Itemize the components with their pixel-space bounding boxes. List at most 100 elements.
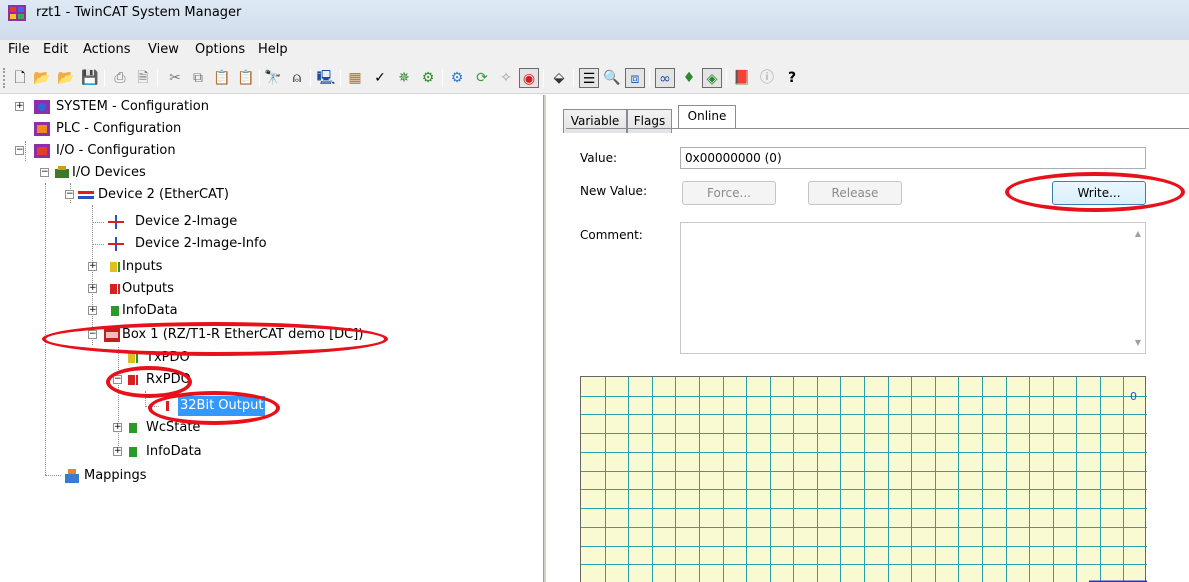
io-config-icon: [34, 144, 50, 158]
toolbar-separator: [340, 69, 341, 87]
twincat-app-icon: [8, 5, 26, 21]
highlight-oval-write-button: [1005, 172, 1185, 212]
scan-icon[interactable]: ✧: [496, 68, 516, 88]
show-target-icon[interactable]: ◈: [702, 68, 722, 88]
value-field: 0x00000000 (0): [680, 147, 1146, 169]
menu-help[interactable]: Help: [258, 42, 288, 57]
menu-file[interactable]: File: [8, 42, 30, 57]
tree-item-box-infodata[interactable]: + InfoData: [0, 442, 300, 462]
tree-item-io-configuration[interactable]: − I/O - Configuration: [0, 141, 300, 161]
activate-configuration-icon[interactable]: ✵: [394, 68, 414, 88]
restart-twincat-icon[interactable]: ⚙: [418, 68, 438, 88]
tab-flags[interactable]: Flags: [627, 109, 672, 133]
show-sub-items-icon[interactable]: ⧈: [625, 68, 645, 88]
info-icon[interactable]: ⓘ: [757, 68, 777, 88]
help-icon[interactable]: ?: [782, 68, 802, 88]
scroll-up-arrow-icon[interactable]: ▲: [1135, 229, 1141, 238]
tab-online[interactable]: Online: [678, 105, 736, 129]
tree-item-device-2-image[interactable]: Device 2-Image: [0, 212, 300, 232]
tree-item-plc-configuration[interactable]: PLC - Configuration: [0, 119, 300, 139]
paste-with-links-icon[interactable]: 📋: [236, 68, 256, 88]
comment-label: Comment:: [580, 228, 643, 242]
toolbar-separator: [104, 69, 105, 87]
tree-item-io-devices[interactable]: − I/O Devices: [0, 163, 300, 183]
properties-panel: Variable Flags Online Value: 0x00000000 …: [546, 95, 1189, 582]
tree-item-outputs[interactable]: + Outputs: [0, 279, 300, 299]
collapse-icon[interactable]: −: [65, 190, 74, 199]
tab-panel-border: [566, 128, 1189, 129]
menu-actions[interactable]: Actions: [83, 42, 131, 57]
chart-value-label: 0: [1130, 390, 1137, 403]
cut-icon[interactable]: ✂: [165, 68, 185, 88]
collapse-icon[interactable]: −: [15, 146, 24, 155]
toggle-free-run-icon[interactable]: ◉: [519, 68, 539, 88]
find-icon[interactable]: 🔭: [263, 68, 283, 88]
print-icon[interactable]: ⎙: [110, 68, 130, 88]
expand-icon[interactable]: +: [113, 423, 122, 432]
comment-field[interactable]: ▲ ▼: [680, 222, 1146, 354]
tree-item-mappings[interactable]: Mappings: [0, 466, 300, 486]
value-label: Value:: [580, 151, 617, 165]
infodata-icon: [129, 447, 137, 457]
watch-icon[interactable]: ∞: [655, 68, 675, 88]
copy-icon[interactable]: ⧉: [188, 68, 208, 88]
collapse-icon[interactable]: −: [40, 168, 49, 177]
print-preview-icon[interactable]: 🗎: [133, 68, 153, 88]
toolbar-separator: [157, 69, 158, 87]
expand-icon[interactable]: +: [88, 262, 97, 271]
toolbar-separator: [310, 69, 311, 87]
io-devices-icon: [55, 166, 69, 178]
new-icon[interactable]: 🗋: [10, 68, 30, 88]
scroll-down-arrow-icon[interactable]: ▼: [1135, 338, 1141, 347]
force-button[interactable]: Force...: [682, 181, 776, 205]
auto-link-icon[interactable]: ♦: [679, 68, 699, 88]
show-online-data-icon[interactable]: ⬙: [549, 68, 569, 88]
tree-item-device-2-image-info[interactable]: Device 2-Image-Info: [0, 234, 300, 254]
find-next-icon[interactable]: ⍝: [287, 68, 307, 88]
toolbar-separator: [442, 69, 443, 87]
help-book-icon[interactable]: 📕: [732, 68, 752, 88]
restart-config-mode-icon[interactable]: ⚙: [447, 68, 467, 88]
generate-mappings-icon[interactable]: ▦: [345, 68, 365, 88]
ethercat-device-icon: [78, 191, 94, 199]
open-icon[interactable]: 📂: [32, 68, 52, 88]
remote-connection-icon[interactable]: 🖳: [316, 68, 336, 88]
tree-item-inputs[interactable]: + Inputs: [0, 257, 300, 277]
menu-edit[interactable]: Edit: [43, 42, 68, 57]
online-value-chart: 0: [580, 376, 1147, 582]
image-icon: [108, 215, 124, 229]
open-folder-icon[interactable]: 📂: [56, 68, 76, 88]
expand-icon[interactable]: +: [88, 284, 97, 293]
wcstate-icon: [129, 423, 137, 433]
expand-icon[interactable]: +: [88, 306, 97, 315]
system-config-icon: [34, 100, 50, 114]
tree-item-infodata[interactable]: + InfoData: [0, 301, 300, 321]
image-info-icon: [108, 237, 124, 251]
toolbar-separator: [649, 69, 650, 87]
display-table-icon[interactable]: ☰: [579, 68, 599, 88]
plc-config-icon: [34, 122, 50, 136]
check-configuration-icon[interactable]: ✓: [370, 68, 390, 88]
title-bar: rzt1 - TwinCAT System Manager: [0, 0, 1189, 40]
tab-variable[interactable]: Variable: [563, 109, 627, 133]
window-title: rzt1 - TwinCAT System Manager: [36, 5, 242, 20]
expand-icon[interactable]: +: [15, 102, 24, 111]
toolbar-separator: [259, 69, 260, 87]
save-icon[interactable]: 💾: [80, 68, 100, 88]
paste-icon[interactable]: 📋: [212, 68, 232, 88]
chart-grid: [581, 377, 1147, 582]
toolbar: 🗋 📂 📂 💾 ⎙ 🗎 ✂ ⧉ 📋 📋 🔭 ⍝ 🖳 ▦ ✓ ✵ ⚙ ⚙ ⟳ ✧ …: [0, 62, 1189, 94]
tree-item-system-configuration[interactable]: + SYSTEM - Configuration: [0, 97, 300, 117]
toolbar-separator: [543, 69, 544, 87]
expand-icon[interactable]: +: [113, 447, 122, 456]
toolbar-separator: [726, 69, 727, 87]
menu-view[interactable]: View: [148, 42, 179, 57]
zoom-icon[interactable]: 🔍: [602, 68, 622, 88]
toolbar-grip[interactable]: [3, 68, 6, 88]
reload-devices-icon[interactable]: ⟳: [472, 68, 492, 88]
release-button[interactable]: Release: [808, 181, 902, 205]
tree-item-device-2-ethercat[interactable]: − Device 2 (EtherCAT): [0, 185, 300, 205]
mappings-icon: [65, 469, 79, 483]
menu-options[interactable]: Options: [195, 42, 245, 57]
new-value-label: New Value:: [580, 184, 647, 198]
